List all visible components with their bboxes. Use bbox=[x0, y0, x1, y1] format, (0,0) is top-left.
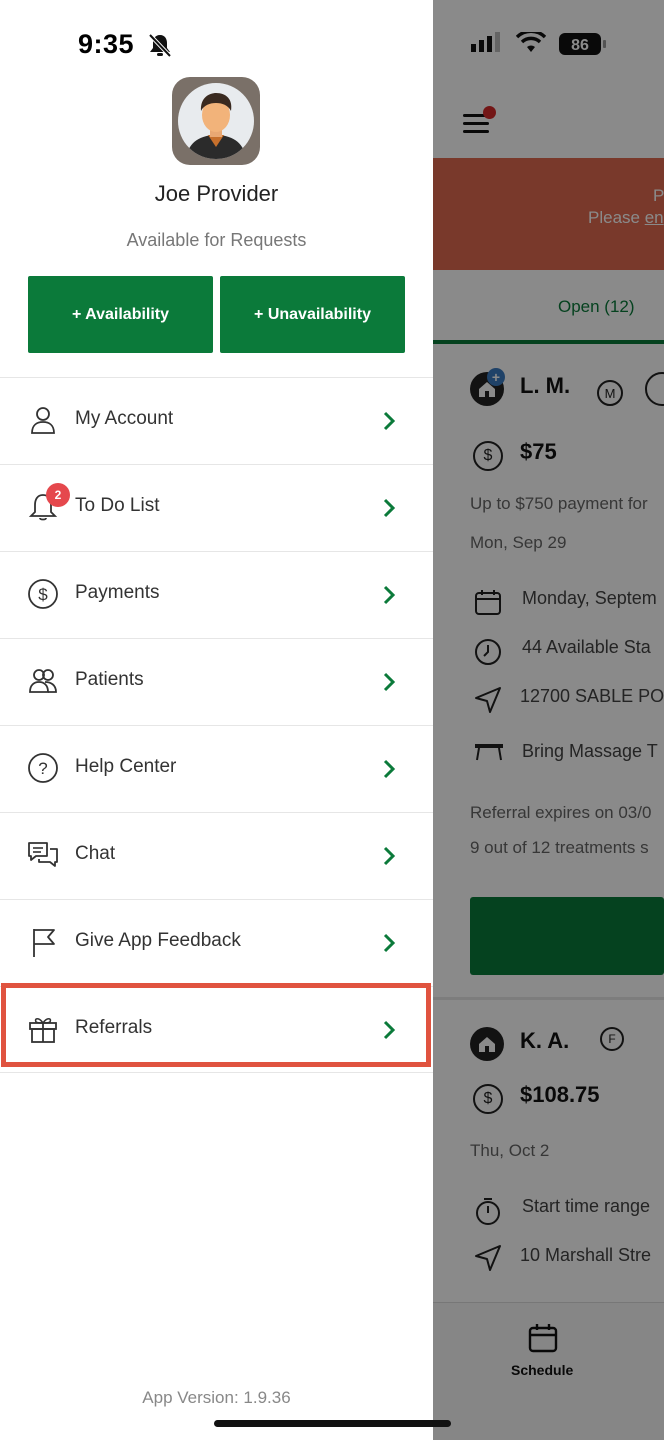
chevron-right-icon bbox=[381, 758, 397, 780]
side-drawer: 9:35 Joe Provider Available for Requests… bbox=[0, 0, 433, 1440]
menu-item-label: Patients bbox=[75, 669, 144, 690]
flag-icon bbox=[27, 926, 59, 958]
menu-item-chat[interactable]: Chat bbox=[0, 812, 433, 899]
svg-text:$: $ bbox=[38, 585, 48, 604]
chevron-right-icon bbox=[381, 497, 397, 519]
todo-count-badge: 2 bbox=[46, 483, 70, 507]
menu-item-help-center[interactable]: ? Help Center bbox=[0, 725, 433, 812]
chevron-right-icon bbox=[381, 584, 397, 606]
menu-item-to-do-list[interactable]: To Do List bbox=[0, 464, 433, 551]
menu-item-label: Payments bbox=[75, 582, 160, 603]
drawer-scrim[interactable] bbox=[433, 0, 664, 1440]
menu-item-payments[interactable]: $ Payments bbox=[0, 551, 433, 638]
dollar-circle-icon: $ bbox=[27, 578, 59, 610]
chevron-right-icon bbox=[381, 410, 397, 432]
menu-item-label: Give App Feedback bbox=[75, 930, 241, 951]
add-unavailability-button[interactable]: + Unavailability bbox=[220, 276, 405, 353]
user-icon bbox=[27, 404, 59, 436]
chevron-right-icon bbox=[381, 671, 397, 693]
add-availability-button[interactable]: + Availability bbox=[28, 276, 213, 353]
user-name: Joe Provider bbox=[154, 181, 279, 206]
users-icon bbox=[27, 665, 59, 697]
menu-item-my-account[interactable]: My Account bbox=[0, 377, 433, 464]
menu-item-label: Help Center bbox=[75, 756, 177, 777]
menu-item-patients[interactable]: Patients bbox=[0, 638, 433, 725]
status-time: 9:35 bbox=[78, 29, 135, 59]
svg-text:?: ? bbox=[38, 759, 47, 778]
avatar[interactable] bbox=[172, 77, 260, 165]
question-circle-icon: ? bbox=[27, 752, 59, 784]
home-indicator[interactable] bbox=[214, 1420, 451, 1427]
availability-status: Available for Requests bbox=[126, 230, 307, 250]
menu-item-label: Chat bbox=[75, 843, 116, 864]
referrals-highlight-box bbox=[1, 983, 431, 1067]
menu-item-give-app-feedback[interactable]: Give App Feedback bbox=[0, 899, 433, 986]
drawer-menu: My Account To Do List $ Payments Patient… bbox=[0, 377, 433, 1073]
app-version: App Version: 1.9.36 bbox=[142, 1388, 291, 1407]
chat-bubbles-icon bbox=[27, 839, 59, 871]
bell-muted-icon bbox=[147, 32, 173, 63]
menu-item-label: To Do List bbox=[75, 495, 160, 516]
chevron-right-icon bbox=[381, 845, 397, 867]
chevron-right-icon bbox=[381, 932, 397, 954]
menu-item-label: My Account bbox=[75, 408, 174, 429]
